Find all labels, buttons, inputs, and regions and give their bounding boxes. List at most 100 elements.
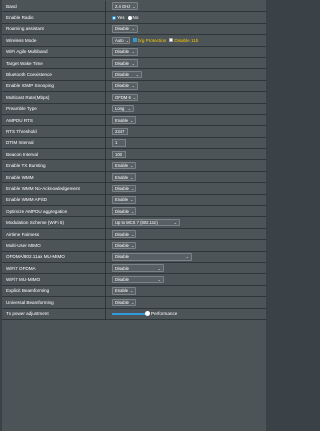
chevron-down-icon: ⌄ — [132, 3, 136, 9]
setting-row-wifi7-ofdma: WiFi7 OFDMA Disable ⌄ — [2, 262, 266, 275]
setting-row-enable-wmm: Enable WMM Enable ⌄ — [2, 171, 266, 184]
setting-label-enable-wmm-no-acknowledgement: Enable WMM No-Acknowledgement — [2, 183, 106, 194]
preamble-type-select[interactable]: Long ⌄ — [112, 104, 134, 113]
setting-row-universal-beamforming: Universal Beamforming Disable ⌄ — [2, 297, 266, 309]
setting-value-airtime-fairness: Disable ⌄ — [106, 229, 266, 239]
setting-row-enable-radio: Enable Radio Yes No — [2, 12, 266, 24]
wifi7-mu-mimo-select[interactable]: Disable ⌄ — [112, 275, 164, 284]
enable-igmp-snooping-select[interactable]: Disable ⌄ — [112, 82, 138, 90]
bg-protection-checkbox[interactable]: b/g Protection — [133, 38, 166, 43]
chevron-down-icon: ⌄ — [130, 117, 134, 123]
chevron-down-icon: ⌄ — [130, 299, 135, 305]
tx-power-slider[interactable] — [112, 311, 150, 317]
radio-label-yes: Yes — [117, 15, 125, 21]
setting-row-wifi-agile-multiband: WiFi Agile Multiband Disable ⌄ — [2, 46, 266, 58]
chevron-down-icon: ⌄ — [131, 26, 135, 32]
modulation-scheme-wifi-5-select[interactable]: Up to MCS 7 (802.11n) ⌄ — [112, 218, 180, 227]
chevron-down-icon: ⌄ — [131, 49, 135, 55]
setting-value-rts-threshold: 2347 — [106, 126, 266, 136]
setting-row-explicit-beamforming: Explicit Beamforming Enable ⌄ — [2, 285, 266, 298]
multicast-rate-mbps-select-value: OFDM 6 — [115, 94, 131, 100]
optimize-ampdu-aggregation-select[interactable]: Disable ⌄ — [112, 207, 136, 215]
setting-value-optimize-ampdu-aggregation: Disable ⌄ — [106, 206, 266, 216]
enable-wmm-select[interactable]: Enable ⌄ — [112, 173, 136, 181]
optimize-ampdu-aggregation-select-value: Disable — [115, 208, 129, 214]
checkbox-icon — [169, 38, 174, 43]
setting-label-ampdu-rts: AMPDU RTS — [2, 114, 106, 126]
setting-label-enable-radio: Enable Radio — [2, 12, 106, 23]
dtim-interval-input-value: 1 — [115, 140, 118, 146]
airtime-fairness-select-value: Disable — [115, 231, 129, 237]
ampdu-rts-select[interactable]: Enable ⌄ — [112, 116, 136, 124]
tx-power-slider-handle[interactable] — [145, 311, 150, 317]
ofdma-802-11ax-mu-mimo-select[interactable]: Disable ⌄ — [112, 253, 192, 261]
setting-row-enable-wmm-apsd: Enable WMM APSD Enable ⌄ — [2, 194, 266, 207]
setting-label-roaming-assistant: Roaming assistant — [2, 23, 106, 35]
radio-yes[interactable]: Yes — [112, 15, 125, 20]
wireless-mode-select[interactable]: Auto ⌄ — [112, 36, 130, 45]
setting-value-bluetooth-coexistence: Disable ⌄ — [106, 69, 266, 79]
chevron-down-icon: ⌄ — [130, 163, 134, 169]
wifi7-ofdma-select[interactable]: Disable ⌄ — [112, 264, 164, 272]
wireless-mode-select-value: Auto — [115, 37, 124, 43]
setting-label-optimize-ampdu-aggregation: Optimize AMPDU aggregation — [2, 206, 106, 217]
enable-wmm-no-acknowledgement-select[interactable]: Disable ⌄ — [112, 184, 136, 193]
chevron-down-icon: ⌄ — [157, 265, 161, 271]
setting-row-multicast-rate-mbps: Multicast Rate(Mbps) OFDM 6 ⌄ — [2, 92, 266, 104]
target-wake-time-select-value: Disable — [115, 60, 129, 66]
setting-row-rts-threshold: RTS Threshold 2347 — [2, 126, 266, 138]
setting-label-ofdma-802-11ax-mu-mimo: OFDMA/802.11ax MU-MIMO — [2, 251, 106, 262]
setting-value-beacon-interval: 100 — [106, 149, 266, 159]
wifi-agile-multiband-select[interactable]: Disable ⌄ — [112, 48, 138, 56]
setting-row-optimize-ampdu-aggregation: Optimize AMPDU aggregation Disable ⌄ — [2, 206, 266, 218]
universal-beamforming-select[interactable]: Disable ⌄ — [112, 298, 136, 307]
modulation-scheme-wifi-5-select-value: Up to MCS 7 (802.11n) — [115, 220, 158, 226]
setting-value-enable-wmm-no-acknowledgement: Disable ⌄ — [106, 183, 266, 193]
bluetooth-coexistence-select[interactable]: Disable ⌄ — [112, 70, 142, 79]
radio-no[interactable]: No — [127, 15, 138, 20]
setting-value-target-wake-time: Disable ⌄ — [106, 58, 266, 68]
setting-row-multi-user-mimo: Multi-User MIMO Disable ⌄ — [2, 240, 266, 252]
universal-beamforming-select-value: Disable — [115, 299, 129, 305]
setting-value-tx-power-adjustment: Performance — [106, 309, 266, 319]
beacon-interval-input[interactable]: 100 — [112, 150, 126, 159]
bg-protection-label: b/g Protection — [138, 37, 167, 43]
enable-wmm-apsd-select[interactable]: Enable ⌄ — [112, 196, 136, 204]
chevron-down-icon: ⌄ — [130, 208, 135, 214]
dtim-interval-input[interactable]: 1 — [112, 139, 126, 147]
enable-tx-bursting-select[interactable]: Enable ⌄ — [112, 161, 136, 170]
enable-wmm-apsd-select-value: Enable — [115, 197, 129, 203]
setting-value-wifi7-mu-mimo: Disable ⌄ — [106, 274, 266, 284]
setting-label-wireless-mode: Wireless Mode — [2, 35, 106, 46]
enable-wmm-no-acknowledgement-select-value: Disable — [115, 185, 129, 191]
chevron-down-icon: ⌄ — [131, 83, 135, 89]
setting-value-explicit-beamforming: Enable ⌄ — [106, 286, 266, 296]
wifi-agile-multiband-select-value: Disable — [115, 49, 129, 55]
setting-row-enable-tx-bursting: Enable TX Bursting Enable ⌄ — [2, 160, 266, 172]
setting-row-wifi7-mu-mimo: WiFi7 MU-MIMO Disable ⌄ — [2, 274, 266, 286]
setting-value-wifi7-ofdma: Disable ⌄ — [106, 263, 266, 273]
chevron-down-icon: ⌄ — [131, 60, 135, 66]
multi-user-mimo-select[interactable]: Disable ⌄ — [112, 241, 136, 250]
setting-value-enable-tx-bursting: Enable ⌄ — [106, 160, 266, 170]
airtime-fairness-select[interactable]: Disable ⌄ — [112, 230, 136, 238]
bluetooth-coexistence-select-value: Disable — [115, 72, 129, 78]
setting-label-enable-wmm: Enable WMM — [2, 171, 106, 183]
setting-row-preamble-type: Preamble Type Long ⌄ — [2, 103, 266, 115]
rts-threshold-input[interactable]: 2347 — [112, 127, 128, 136]
setting-label-wifi7-mu-mimo: WiFi7 MU-MIMO — [2, 274, 106, 285]
band-select[interactable]: 2.4 GHz ⌄ — [112, 2, 138, 10]
setting-label-tx-power-adjustment: Tx power adjustment — [2, 308, 106, 319]
setting-value-preamble-type: Long ⌄ — [106, 104, 266, 114]
setting-label-enable-igmp-snooping: Enable IGMP Snooping — [2, 80, 106, 92]
chevron-down-icon: ⌄ — [130, 197, 134, 203]
setting-value-modulation-scheme-wifi-5: Up to MCS 7 (802.11n) ⌄ — [106, 217, 266, 227]
settings-table: Band 2.4 GHz ⌄ Enable Radio Yes No Roaming ass… — [2, 1, 266, 320]
roaming-assistant-select[interactable]: Disable ⌄ — [112, 25, 138, 33]
explicit-beamforming-select[interactable]: Enable ⌄ — [112, 287, 136, 295]
setting-label-wifi-agile-multiband: WiFi Agile Multiband — [2, 46, 106, 57]
setting-row-wireless-mode: Wireless Mode Auto ⌄ b/g Protection Disable … — [2, 35, 266, 47]
disable-11b-checkbox[interactable]: Disable 11b — [169, 38, 198, 43]
multicast-rate-mbps-select[interactable]: OFDM 6 ⌄ — [112, 93, 138, 102]
target-wake-time-select[interactable]: Disable ⌄ — [112, 59, 138, 67]
